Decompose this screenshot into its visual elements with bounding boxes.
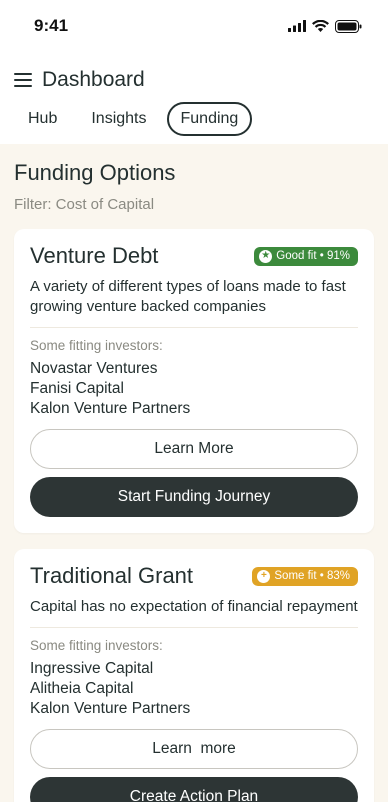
card-title: Traditional Grant bbox=[30, 563, 194, 588]
fit-badge: ★ Good fit • 91% bbox=[254, 246, 358, 266]
investor-name: Kalon Venture Partners bbox=[30, 700, 191, 717]
investor-name: Ingressive Capital bbox=[30, 660, 154, 677]
tab-insights[interactable]: Insights bbox=[77, 102, 160, 136]
page-title: Dashboard bbox=[42, 68, 145, 91]
funding-card-venture-debt: Venture Debt ★ Good fit • 91% A variety … bbox=[14, 229, 374, 533]
fit-badge-label: Good fit • 91% bbox=[276, 250, 350, 262]
hamburger-menu-icon[interactable] bbox=[14, 73, 32, 87]
star-icon: ★ bbox=[259, 249, 273, 263]
wifi-icon bbox=[312, 20, 329, 32]
section-title: Funding Options bbox=[14, 160, 176, 185]
status-time: 9:41 bbox=[34, 16, 69, 35]
investors-label: Some fitting investors: bbox=[30, 638, 163, 653]
title-row: Dashboard bbox=[14, 60, 374, 100]
investor-name: Kalon Venture Partners bbox=[30, 400, 191, 417]
app-header: Dashboard Hub Insights Funding bbox=[0, 52, 388, 144]
tab-bar: Hub Insights Funding bbox=[14, 100, 374, 144]
filter-label[interactable]: Filter: Cost of Capital bbox=[14, 196, 374, 213]
divider bbox=[30, 327, 358, 328]
investors-label: Some fitting investors: bbox=[30, 338, 163, 353]
divider bbox=[30, 627, 358, 628]
status-icons bbox=[288, 19, 362, 33]
status-bar: 9:41 bbox=[0, 0, 388, 52]
fit-badge: + Some fit • 83% bbox=[252, 566, 358, 586]
learn-more-button[interactable]: Learn More bbox=[30, 429, 358, 469]
investor-name: Alitheia Capital bbox=[30, 680, 134, 697]
card-description: A variety of different types of loans ma… bbox=[30, 278, 346, 315]
start-funding-journey-button[interactable]: Start Funding Journey bbox=[30, 477, 358, 517]
tab-funding[interactable]: Funding bbox=[166, 102, 253, 136]
card-description: Capital has no expectation of financial … bbox=[30, 598, 358, 615]
learn-more-button[interactable]: Learn more bbox=[30, 729, 358, 769]
fit-badge-label: Some fit • 83% bbox=[274, 570, 350, 582]
battery-icon bbox=[335, 19, 362, 33]
tab-hub[interactable]: Hub bbox=[14, 102, 71, 136]
plus-icon: + bbox=[257, 569, 271, 583]
investor-name: Novastar Ventures bbox=[30, 360, 158, 377]
signal-icon bbox=[288, 20, 306, 32]
funding-card-traditional-grant: Traditional Grant + Some fit • 83% Capit… bbox=[14, 549, 374, 802]
investor-name: Fanisi Capital bbox=[30, 380, 124, 397]
main-content: Funding Options Filter: Cost of Capital … bbox=[0, 144, 388, 802]
card-title: Venture Debt bbox=[30, 243, 159, 268]
create-action-plan-button[interactable]: Create Action Plan bbox=[30, 777, 358, 802]
